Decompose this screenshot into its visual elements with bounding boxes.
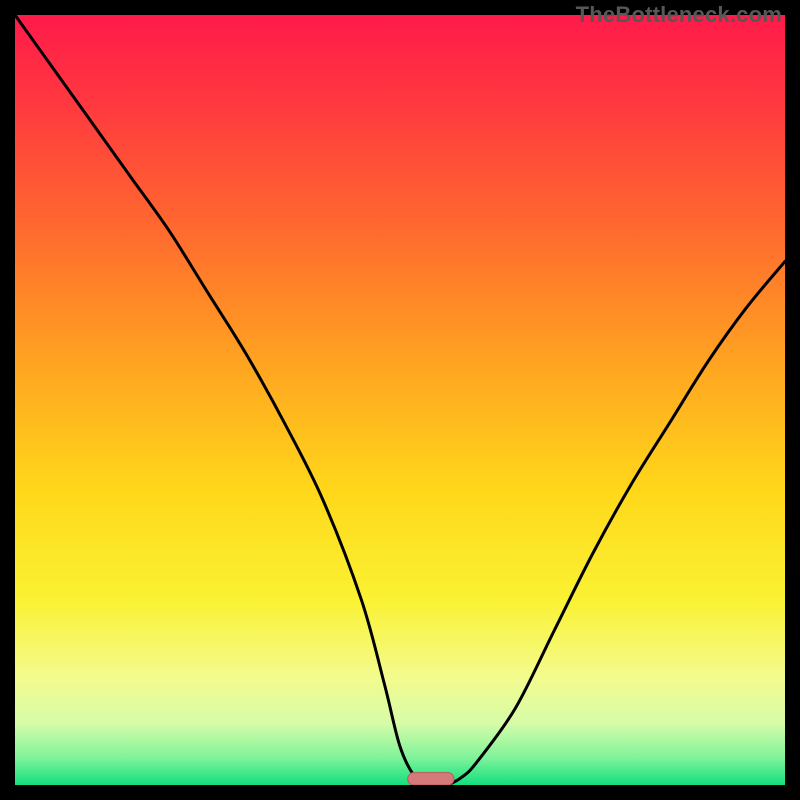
chart-frame — [15, 15, 785, 785]
bottleneck-chart — [15, 15, 785, 785]
gradient-background — [15, 15, 785, 785]
optimal-marker — [408, 773, 454, 785]
watermark-text: TheBottleneck.com — [576, 2, 782, 28]
